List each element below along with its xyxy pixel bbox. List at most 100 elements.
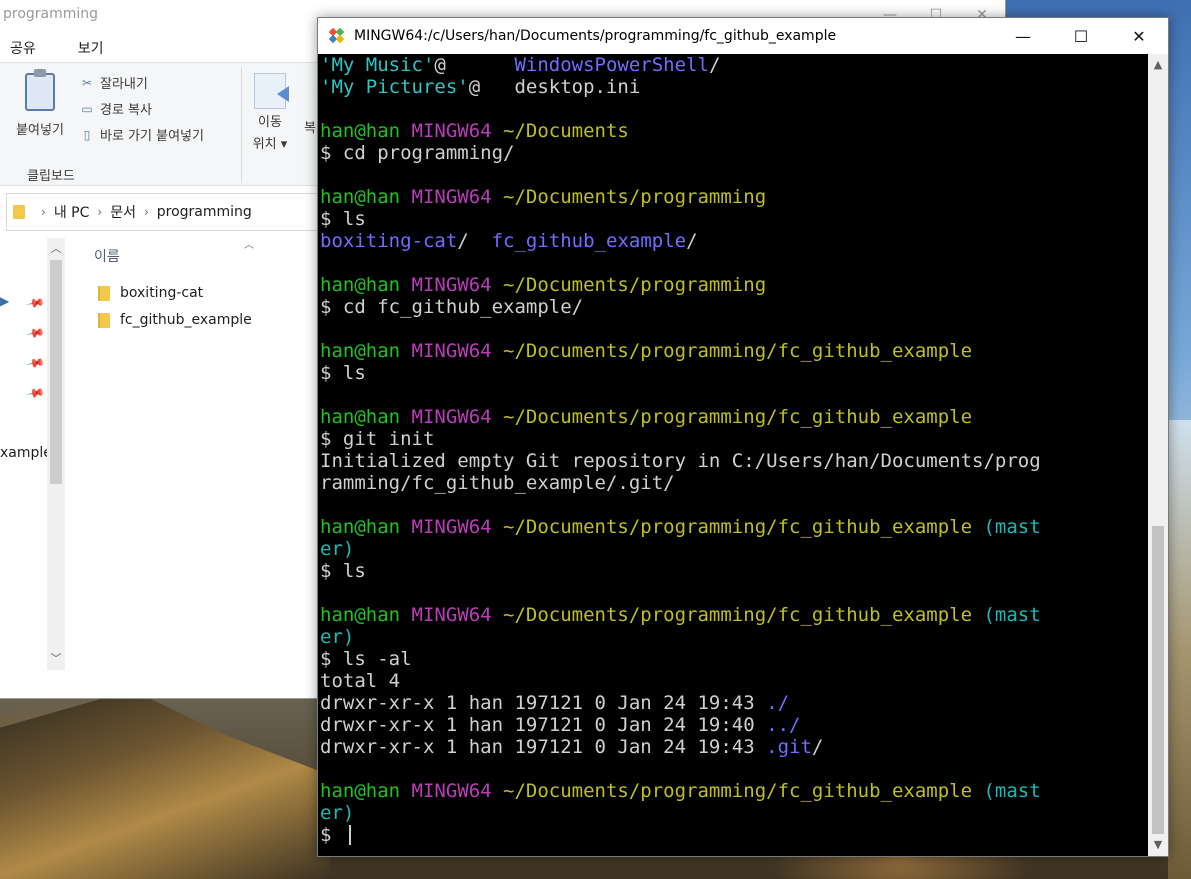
terminal-text-segment: MINGW64 [411,120,504,142]
terminal-title: MINGW64:/c/Users/han/Documents/programmi… [354,28,837,44]
sort-ascending-icon: ︿ [244,240,254,251]
terminal-scrollbar[interactable]: ▲ ▼ [1148,54,1168,856]
terminal-line: ramming/fc_github_example/.git/ [320,472,1150,494]
git-bash-icon [328,27,345,44]
cut-button[interactable]: ✂ 잘라내기 [80,73,148,93]
terminal-text-segment: han@han [320,340,412,362]
breadcrumb-programming[interactable]: programming [157,204,252,220]
terminal-text-segment: $ ls [320,208,366,230]
paste-shortcut-button[interactable]: ▯ 바로 가기 붙여넣기 [80,125,204,145]
pin-icon[interactable]: 📌 [25,293,45,313]
terminal-text-segment: ~/Documents/programming [503,274,767,296]
breadcrumb-separator[interactable]: › [97,205,102,219]
terminal-cursor [348,825,351,845]
terminal-text-segment: $ ls [320,560,366,582]
terminal-text-segment: er) [320,802,355,824]
address-bar[interactable]: › 내 PC › 문서 › programming [6,193,336,231]
terminal-text-segment: han@han [320,516,412,538]
terminal-maximize-button[interactable]: ☐ [1052,18,1110,54]
terminal-text-segment: ./ [766,692,790,714]
terminal-line: $ [320,824,1150,846]
terminal-text-segment: fc_github_example [491,230,687,252]
folder-icon [13,205,25,219]
ribbon-separator [241,67,242,183]
terminal-text-segment: er) [320,626,355,648]
terminal-text-segment: ~/Documents/programming/fc_github_exampl… [503,406,973,428]
terminal-line: $ cd fc_github_example/ [320,296,1150,318]
paste-label: 붙여넣기 [16,123,64,138]
terminal-line: drwxr-xr-x 1 han 197121 0 Jan 24 19:43 .… [320,692,1150,714]
terminal-line: $ ls [320,208,1150,230]
column-header-name[interactable]: 이름 [94,246,120,266]
move-to-label: 이동 [258,115,282,130]
tab-view[interactable]: 보기 [68,34,114,62]
scroll-up-arrow-icon[interactable]: ▲ [1148,58,1168,71]
nav-expand-marker[interactable]: ▶ [0,294,9,308]
terminal-text-segment: MINGW64 [411,340,504,362]
scroll-down-arrow-icon[interactable]: ▼ [1148,838,1168,851]
nav-scrollbar[interactable]: ︿ ﹀ [47,238,65,670]
tab-share[interactable]: 공유 [0,34,46,62]
paste-button[interactable]: 붙여넣기 [10,69,70,138]
breadcrumb-separator[interactable]: › [41,205,46,219]
terminal-text-segment: / [686,230,698,252]
nav-scroll-thumb[interactable] [50,260,62,484]
terminal-text-segment: $ cd fc_github_example/ [320,296,584,318]
terminal-line: $ git init [320,428,1150,450]
terminal-line: total 4 [320,670,1150,692]
terminal-output[interactable]: 'My Music'@ WindowsPowerShell/'My Pictur… [318,54,1150,856]
terminal-text-segment: drwxr-xr-x 1 han 197121 0 Jan 24 19:40 [320,714,767,736]
terminal-line: Initialized empty Git repository in C:/U… [320,450,1150,472]
move-to-sublabel: 위치 ▾ [252,137,288,152]
cut-icon: ✂ [81,75,93,90]
terminal-text-segment: .git [766,736,812,758]
copy-path-button[interactable]: ▭ 경로 복사 [80,99,152,119]
terminal-minimize-button[interactable]: — [994,18,1052,54]
terminal-close-button[interactable]: ✕ [1110,18,1168,54]
move-to-button[interactable]: 이동 위치 ▾ [250,73,290,152]
file-name: boxiting-cat [120,285,204,301]
terminal-text-segment: MINGW64 [411,406,504,428]
terminal-text-segment: $ ls [320,362,366,384]
terminal-text-segment: ~/Documents/programming/fc_github_exampl… [503,340,973,362]
terminal-line: $ ls [320,362,1150,384]
terminal-text-segment: drwxr-xr-x 1 han 197121 0 Jan 24 19:43 [320,692,767,714]
pin-icon[interactable]: 📌 [25,383,45,403]
terminal-text-segment: $ cd programming/ [320,142,515,164]
terminal-titlebar[interactable]: MINGW64:/c/Users/han/Documents/programmi… [318,18,1168,54]
list-item[interactable]: boxiting-cat [98,281,203,305]
terminal-scroll-thumb[interactable] [1152,526,1164,834]
terminal-text-segment: WindowsPowerShell [514,54,709,76]
nav-item-partial[interactable]: xample [0,445,52,461]
terminal-text-segment: boxiting-cat [320,230,458,252]
paste-shortcut-label: 바로 가기 붙여넣기 [100,129,204,144]
terminal-line: han@han MINGW64 ~/Documents/programming/… [320,780,1150,802]
terminal-text-segment: MINGW64 [411,516,504,538]
explorer-title: programming [3,6,99,22]
list-item[interactable]: fc_github_example [98,308,252,332]
breadcrumb-documents[interactable]: 문서 [110,202,136,222]
paste-icon [25,69,55,111]
copy-to-label-partial[interactable]: 복 [304,117,316,136]
folder-icon [98,285,110,301]
file-name: fc_github_example [120,312,252,328]
terminal-text-segment: $ [320,824,343,846]
breadcrumb-separator[interactable]: › [144,205,149,219]
desktop-wallpaper-edge [1168,420,1191,879]
pin-icon[interactable]: 📌 [25,353,45,373]
scroll-up-arrow-icon[interactable]: ︿ [47,240,65,256]
terminal-text-segment: / [457,230,492,252]
terminal-line: er) [320,802,1150,824]
copy-path-icon: ▭ [81,101,93,116]
breadcrumb-this-pc[interactable]: 내 PC [54,202,90,222]
terminal-text-segment: han@han [320,406,412,428]
scroll-down-arrow-icon[interactable]: ﹀ [47,650,65,666]
pin-icon[interactable]: 📌 [25,323,45,343]
terminal-text-segment: / [708,54,721,76]
terminal-window: MINGW64:/c/Users/han/Documents/programmi… [317,17,1169,857]
